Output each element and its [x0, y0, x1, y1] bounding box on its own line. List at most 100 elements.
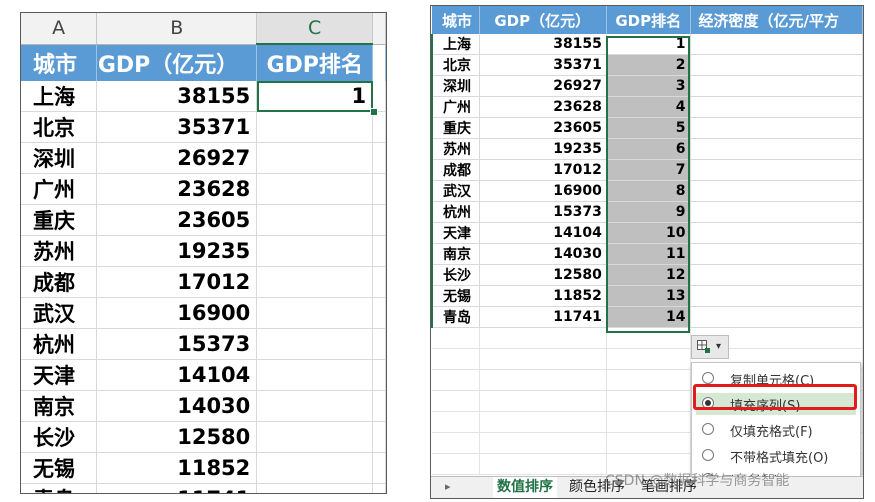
header-density[interactable]: 经济密度（亿元/平方	[690, 6, 863, 34]
header-rank[interactable]: GDP排名	[256, 44, 374, 81]
cell-city[interactable]: 成都	[21, 266, 98, 298]
cell-empty[interactable]	[372, 235, 386, 267]
cell-gdp[interactable]: 26927	[479, 75, 607, 97]
cell-empty[interactable]	[432, 369, 481, 391]
cell-gdp[interactable]: 38155	[96, 81, 258, 112]
cell-empty[interactable]	[432, 327, 481, 349]
cell-city[interactable]: 杭州	[21, 328, 98, 360]
cell-city[interactable]: 南京	[431, 243, 481, 265]
cell-density[interactable]	[690, 306, 863, 328]
cell-density[interactable]	[690, 54, 863, 76]
cell-city[interactable]: 长沙	[431, 264, 481, 286]
cell-city[interactable]: 无锡	[431, 285, 481, 307]
column-header-b[interactable]: B	[96, 13, 258, 45]
cell-gdp[interactable]: 23628	[479, 96, 607, 118]
cell-empty[interactable]	[479, 453, 607, 475]
cell-gdp[interactable]: 16900	[479, 180, 607, 202]
cell-gdp[interactable]: 35371	[479, 54, 607, 76]
cell-rank[interactable]: 13	[606, 285, 691, 307]
cell-empty[interactable]	[372, 483, 386, 493]
header-city[interactable]: 城市	[432, 6, 481, 34]
cell-city[interactable]: 苏州	[21, 235, 98, 267]
option-fill-without-formatting[interactable]: 不带格式填充(O)	[696, 445, 856, 467]
cell-gdp[interactable]: 35371	[96, 111, 258, 143]
cell-rank[interactable]	[256, 297, 374, 329]
cell-city[interactable]: 广州	[21, 173, 98, 205]
cell-gdp[interactable]: 12580	[96, 421, 258, 453]
header-rank[interactable]: GDP排名	[606, 6, 691, 34]
cell-gdp[interactable]: 16900	[96, 297, 258, 329]
cell-city[interactable]: 重庆	[21, 204, 98, 236]
sheet-tab-numeric-sort[interactable]: 数值排序	[493, 477, 557, 498]
cell-gdp[interactable]: 12580	[479, 264, 607, 286]
cell-city[interactable]: 广州	[431, 96, 481, 118]
cell-rank[interactable]	[256, 359, 374, 391]
cell-city[interactable]: 重庆	[431, 117, 481, 139]
cell-empty[interactable]	[372, 266, 386, 298]
cell-empty[interactable]	[372, 142, 386, 174]
cell-rank[interactable]: 12	[606, 264, 691, 286]
cell-rank[interactable]	[256, 173, 374, 205]
cell-rank[interactable]	[256, 452, 374, 484]
cell-rank[interactable]	[256, 111, 374, 143]
cell-density[interactable]	[690, 264, 863, 286]
cell-city[interactable]: 北京	[431, 54, 481, 76]
cell-density[interactable]	[690, 75, 863, 97]
cell-empty[interactable]	[432, 432, 481, 454]
cell-density[interactable]	[690, 222, 863, 244]
cell-rank[interactable]: 6	[606, 138, 691, 160]
cell-city[interactable]: 上海	[431, 34, 481, 55]
scroll-right-icon[interactable]: ▸	[445, 480, 451, 493]
cell-gdp[interactable]: 23605	[96, 204, 258, 236]
cell-density[interactable]	[690, 159, 863, 181]
cell-rank[interactable]: 2	[606, 54, 691, 76]
cell-gdp[interactable]: 26927	[96, 142, 258, 174]
cell-empty[interactable]	[606, 432, 691, 454]
cell-city[interactable]: 上海	[21, 81, 98, 112]
cell-gdp[interactable]: 14104	[96, 359, 258, 391]
cell-empty[interactable]	[372, 297, 386, 329]
column-header-a[interactable]: A	[21, 13, 98, 45]
column-header-c[interactable]: C	[256, 13, 374, 45]
cell-empty[interactable]	[606, 369, 691, 391]
cell-rank[interactable]: 10	[606, 222, 691, 244]
cell-rank[interactable]	[256, 142, 374, 174]
cell-rank[interactable]	[256, 204, 374, 236]
cell-empty[interactable]	[479, 327, 607, 349]
cell-city[interactable]: 武汉	[21, 297, 98, 329]
cell-rank[interactable]: 4	[606, 96, 691, 118]
cell-city[interactable]: 青岛	[431, 306, 481, 328]
cell-city[interactable]: 南京	[21, 390, 98, 422]
cell-empty[interactable]	[479, 348, 607, 370]
cell-density[interactable]	[690, 180, 863, 202]
cell-empty[interactable]	[372, 81, 386, 112]
cell-empty[interactable]	[372, 421, 386, 453]
cell-empty[interactable]	[606, 390, 691, 412]
option-fill-formatting-only[interactable]: 仅填充格式(F)	[696, 419, 856, 441]
cell-gdp[interactable]: 14030	[479, 243, 607, 265]
cell-gdp[interactable]: 14104	[479, 222, 607, 244]
cell-density[interactable]	[690, 34, 863, 55]
cell-city[interactable]: 天津	[21, 359, 98, 391]
cell-empty[interactable]	[432, 390, 481, 412]
cell-gdp[interactable]: 14030	[96, 390, 258, 422]
cell-density[interactable]	[690, 243, 863, 265]
cell-rank[interactable]	[256, 328, 374, 360]
cell-rank[interactable]	[256, 266, 374, 298]
cell-empty[interactable]	[606, 348, 691, 370]
fill-handle[interactable]	[370, 108, 378, 116]
cell-gdp[interactable]: 15373	[96, 328, 258, 360]
cell-city[interactable]: 深圳	[21, 142, 98, 174]
cell-city[interactable]: 武汉	[431, 180, 481, 202]
cell-empty[interactable]	[372, 359, 386, 391]
cell-rank[interactable]: 9	[606, 201, 691, 223]
cell-rank[interactable]: 5	[606, 117, 691, 139]
cell-gdp[interactable]: 17012	[479, 159, 607, 181]
cell-empty[interactable]	[372, 111, 386, 143]
cell-empty[interactable]	[479, 432, 607, 454]
cell-density[interactable]	[690, 138, 863, 160]
cell-empty[interactable]	[432, 453, 481, 475]
cell-empty[interactable]	[432, 411, 481, 433]
cell-city[interactable]: 青岛	[21, 483, 98, 493]
cell-empty[interactable]	[372, 328, 386, 360]
